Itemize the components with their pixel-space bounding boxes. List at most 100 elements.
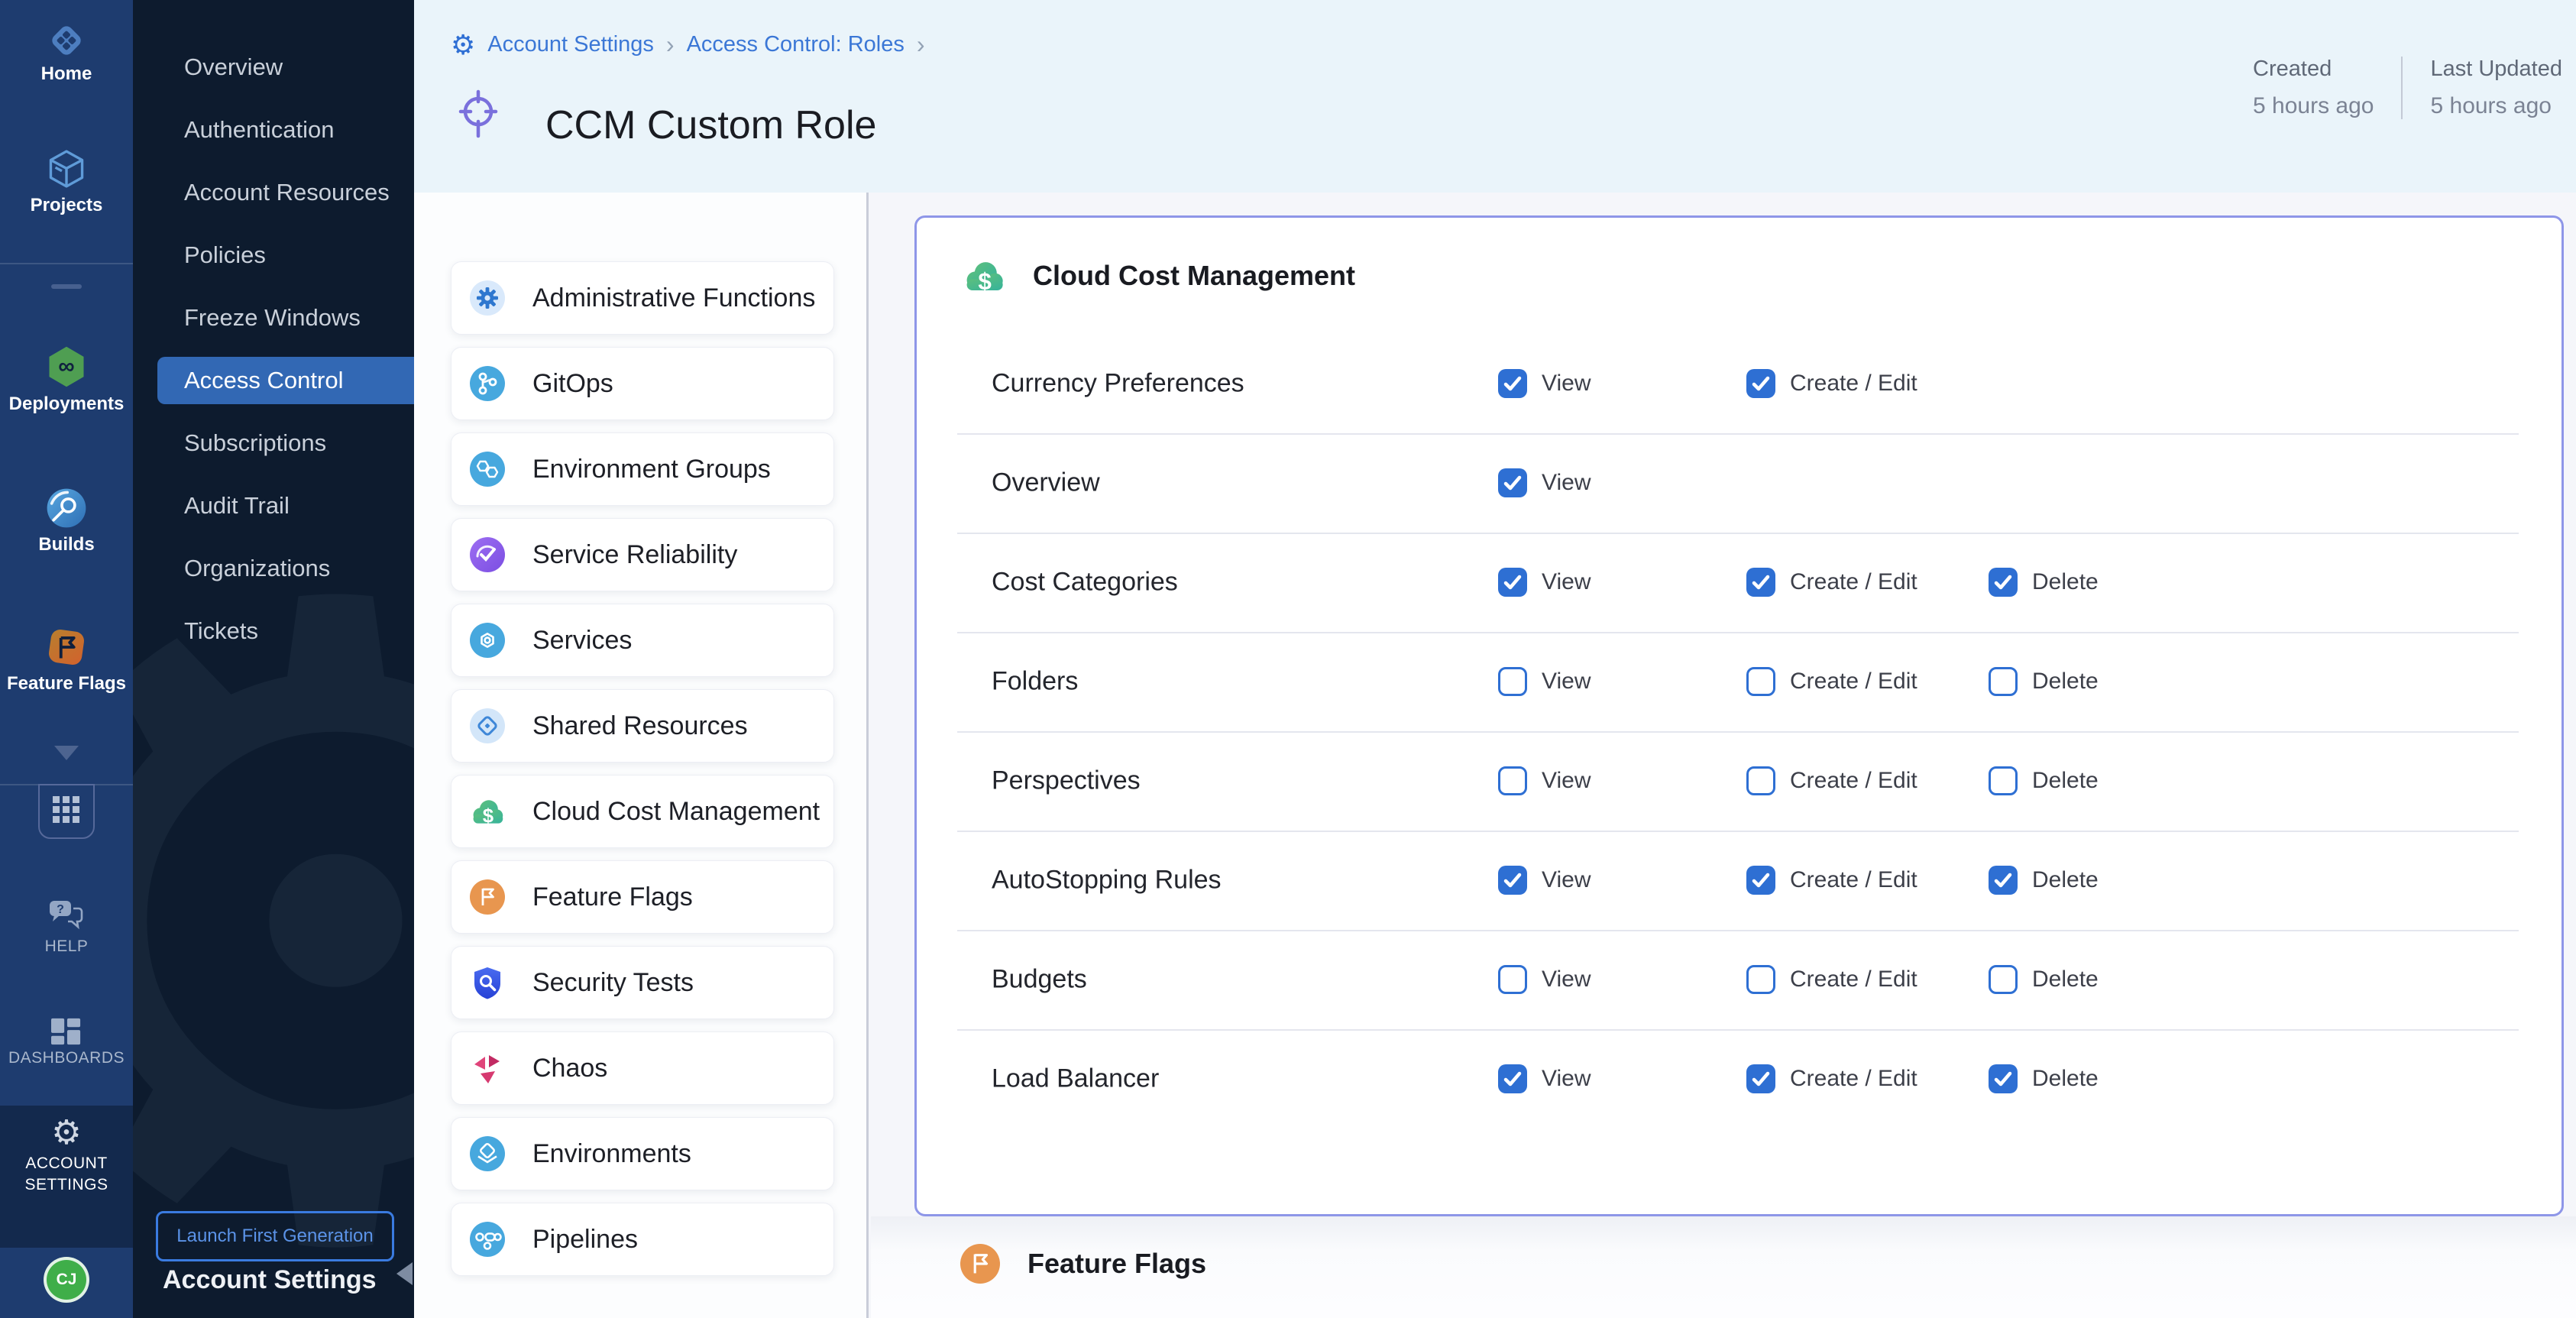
category-card-pipelines[interactable]: Pipelines — [451, 1203, 834, 1276]
category-card-service-reliability[interactable]: Service Reliability — [451, 518, 834, 591]
chaos-icon — [470, 1051, 505, 1086]
rail-label-deployments: Deployments — [0, 393, 133, 415]
sidebar-item-tickets[interactable]: Tickets — [133, 600, 414, 662]
folders-create-edit-checkbox[interactable] — [1746, 667, 1775, 696]
load-balancer-view-checkbox[interactable] — [1498, 1064, 1527, 1093]
launch-first-generation-button[interactable]: Launch First Generation — [156, 1211, 394, 1261]
feature-flags-icon — [960, 1244, 1000, 1284]
rail-item-feature-flags[interactable]: Feature Flags — [0, 625, 133, 695]
category-card-administrative-functions[interactable]: Administrative Functions — [451, 261, 834, 335]
currency-preferences-create-edit-checkbox[interactable] — [1746, 369, 1775, 398]
rail-item-deployments[interactable]: ∞ Deployments — [0, 344, 133, 415]
perm-name-folders: Folders — [992, 667, 1078, 697]
environment-groups-icon — [470, 452, 505, 487]
rail-item-dashboards[interactable]: DASHBOARDS — [0, 1018, 133, 1067]
created-value: 5 hours ago — [2253, 93, 2374, 119]
sidebar-item-authentication[interactable]: Authentication — [133, 99, 414, 161]
load-balancer-delete-checkbox[interactable] — [1989, 1064, 2018, 1093]
perm-name-autostopping-rules: AutoStopping Rules — [992, 866, 1222, 895]
category-card-cloud-cost-management[interactable]: $ Cloud Cost Management — [451, 775, 834, 848]
rail-item-home[interactable]: Home — [0, 21, 133, 85]
overview-view-checkbox[interactable] — [1498, 468, 1527, 497]
perm-cell-view: View — [1498, 468, 1591, 497]
feature-flags-icon — [470, 879, 505, 915]
sidebar-item-account-resources[interactable]: Account Resources — [133, 161, 414, 224]
dashboards-icon — [51, 1035, 82, 1048]
category-card-shared-resources[interactable]: Shared Resources — [451, 689, 834, 763]
autostopping-rules-create-edit-checkbox[interactable] — [1746, 866, 1775, 895]
perm-row-currency-preferences: Currency PreferencesViewCreate / Edit — [917, 334, 2561, 433]
category-card-environment-groups[interactable]: Environment Groups — [451, 432, 834, 506]
ccm-cloud-icon: $ — [470, 794, 505, 829]
autostopping-rules-delete-checkbox[interactable] — [1989, 866, 2018, 895]
perm-checkbox-label: Create / Edit — [1790, 967, 1917, 993]
budgets-delete-checkbox[interactable] — [1989, 965, 2018, 994]
feature-flags-icon — [44, 659, 89, 672]
chevron-down-icon[interactable] — [54, 746, 79, 760]
perspectives-delete-checkbox[interactable] — [1989, 766, 2018, 795]
sidebar-item-organizations[interactable]: Organizations — [133, 537, 414, 600]
perm-name-cost-categories: Cost Categories — [992, 568, 1178, 597]
resource-category-list: Administrative Functions GitOps Environmen… — [414, 193, 869, 1318]
budgets-create-edit-checkbox[interactable] — [1746, 965, 1775, 994]
ccm-cloud-icon: $ — [963, 254, 1005, 297]
category-card-label: Administrative Functions — [532, 283, 815, 313]
sidebar-item-overview[interactable]: Overview — [133, 36, 414, 99]
sidebar-item-policies[interactable]: Policies — [133, 224, 414, 287]
perm-cell-delete: Delete — [1989, 866, 2099, 895]
sidebar-item-audit-trail[interactable]: Audit Trail — [133, 474, 414, 537]
perm-name-load-balancer: Load Balancer — [992, 1064, 1159, 1094]
row-separator — [957, 632, 2519, 633]
perm-name-budgets: Budgets — [992, 965, 1087, 995]
collapsed-modules-handle[interactable] — [51, 284, 82, 289]
rail-item-account-settings[interactable]: ⚙ ACCOUNT SETTINGS — [0, 1106, 133, 1248]
perspectives-view-checkbox[interactable] — [1498, 766, 1527, 795]
category-card-gitops[interactable]: GitOps — [451, 347, 834, 420]
sidebar-item-access-control[interactable]: Access Control — [157, 357, 414, 404]
budgets-view-checkbox[interactable] — [1498, 965, 1527, 994]
perm-cell-view: View — [1498, 667, 1591, 696]
perm-cell-create-edit: Create / Edit — [1746, 568, 1917, 597]
folders-delete-checkbox[interactable] — [1989, 667, 2018, 696]
perm-cell-view: View — [1498, 965, 1591, 994]
main-area: ⚙ Account Settings › Access Control: Rol… — [414, 0, 2576, 1318]
load-balancer-create-edit-checkbox[interactable] — [1746, 1064, 1775, 1093]
ccm-permissions-panel: $ Cloud Cost Management Currency Prefere… — [914, 215, 2564, 1216]
row-separator — [957, 1029, 2519, 1031]
perm-row-budgets: Budgets View Create / Edit Delete — [917, 930, 2561, 1029]
folders-view-checkbox[interactable] — [1498, 667, 1527, 696]
cost-categories-create-edit-checkbox[interactable] — [1746, 568, 1775, 597]
sidebar-item-freeze-windows[interactable]: Freeze Windows — [133, 287, 414, 349]
perm-cell-create-edit: Create / Edit — [1746, 866, 1917, 895]
module-grid-button[interactable] — [38, 784, 95, 839]
rail-item-projects[interactable]: Projects — [0, 147, 133, 216]
perm-checkbox-label: Delete — [2032, 967, 2099, 993]
perm-checkbox-label: Create / Edit — [1790, 669, 1917, 695]
breadcrumb: ⚙ Account Settings › Access Control: Rol… — [451, 31, 925, 59]
category-card-label: Services — [532, 626, 632, 656]
perm-cell-create-edit: Create / Edit — [1746, 1064, 1917, 1093]
cost-categories-view-checkbox[interactable] — [1498, 568, 1527, 597]
category-card-feature-flags[interactable]: Feature Flags — [451, 860, 834, 934]
autostopping-rules-view-checkbox[interactable] — [1498, 866, 1527, 895]
rail-item-help[interactable]: ? HELP — [0, 899, 133, 956]
perspectives-create-edit-checkbox[interactable] — [1746, 766, 1775, 795]
category-card-services[interactable]: Services — [451, 604, 834, 677]
breadcrumb-account-settings[interactable]: Account Settings — [487, 32, 654, 57]
category-card-label: Cloud Cost Management — [532, 797, 820, 827]
rail-item-builds[interactable]: Builds — [0, 486, 133, 555]
last-updated-label: Last Updated — [2430, 57, 2562, 82]
perm-checkbox-label: View — [1542, 768, 1591, 794]
category-card-environments[interactable]: Environments — [451, 1117, 834, 1190]
breadcrumb-access-control-roles[interactable]: Access Control: Roles — [687, 32, 905, 57]
sidebar-item-subscriptions[interactable]: Subscriptions — [133, 412, 414, 474]
currency-preferences-view-checkbox[interactable] — [1498, 369, 1527, 398]
category-card-label: GitOps — [532, 369, 613, 399]
user-avatar[interactable]: CJ — [44, 1257, 89, 1303]
cost-categories-delete-checkbox[interactable] — [1989, 568, 2018, 597]
category-card-security-tests[interactable]: Security Tests — [451, 946, 834, 1019]
perm-name-overview: Overview — [992, 468, 1100, 498]
collapse-sidebar-icon[interactable] — [396, 1262, 413, 1285]
category-card-chaos[interactable]: Chaos — [451, 1031, 834, 1105]
help-chat-icon: ? — [48, 924, 85, 937]
